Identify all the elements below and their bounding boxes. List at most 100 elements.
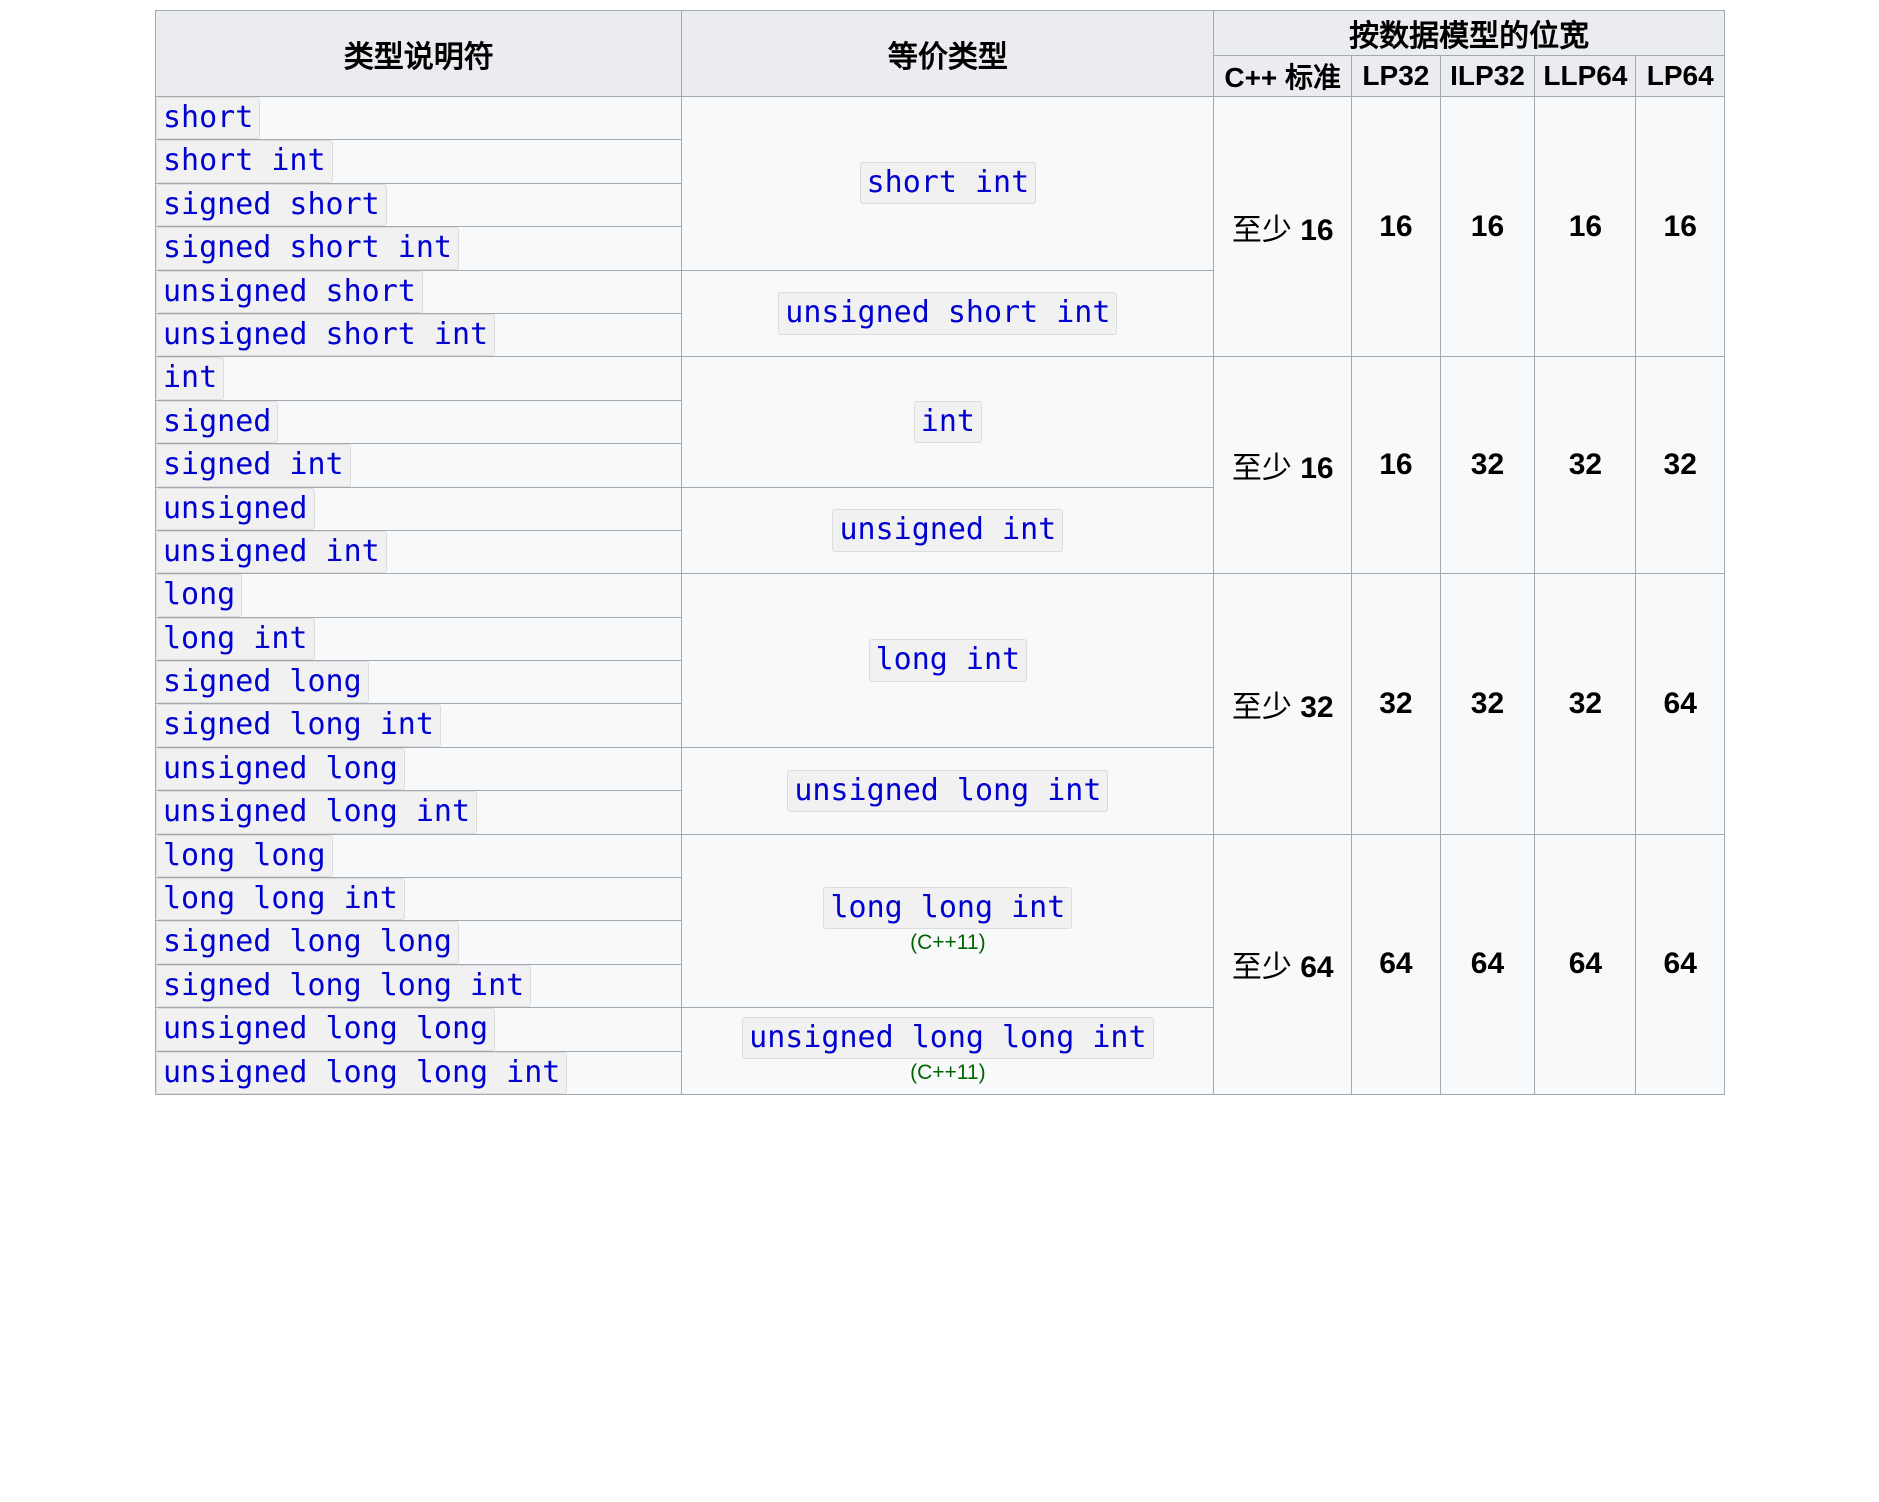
header-model-lp32: LP32 bbox=[1351, 55, 1441, 97]
type-specifier-code: signed long bbox=[156, 661, 369, 704]
type-specifier-code: long int bbox=[156, 617, 315, 661]
type-specifier-cell: signed long long bbox=[154, 920, 683, 965]
type-specifier-code: short int bbox=[156, 140, 333, 183]
header-model-cpp-standard: C++ 标准 bbox=[1213, 55, 1353, 97]
type-specifier-code: unsigned long int bbox=[156, 791, 478, 834]
type-specifier-cell: unsigned bbox=[154, 486, 683, 531]
width-std-prefix: 至少 bbox=[1231, 951, 1301, 985]
type-specifier-code: signed long long int bbox=[156, 964, 532, 1008]
equivalent-type-code: long long int bbox=[823, 886, 1073, 930]
type-specifier-cell: unsigned long bbox=[154, 746, 683, 792]
type-specifier-code: signed long long bbox=[156, 921, 459, 964]
type-specifier-cell: unsigned long int bbox=[154, 790, 683, 835]
width-lp32-cell: 16 bbox=[1351, 356, 1441, 575]
width-lp32-cell: 32 bbox=[1351, 573, 1441, 835]
type-specifier-cell: signed int bbox=[154, 443, 683, 488]
width-ilp32-cell: 64 bbox=[1439, 833, 1536, 1095]
type-specifier-code: unsigned long long int bbox=[156, 1051, 568, 1094]
width-std-value: 32 bbox=[1300, 690, 1334, 724]
type-specifier-code: long long int bbox=[156, 878, 405, 921]
width-lp32-cell: 16 bbox=[1351, 95, 1441, 358]
type-specifier-code: signed short int bbox=[156, 227, 459, 270]
type-specifier-code: short bbox=[156, 97, 261, 140]
width-std-prefix: 至少 bbox=[1231, 690, 1301, 724]
type-specifier-cell: long bbox=[154, 573, 683, 618]
header-model-llp64: LLP64 bbox=[1534, 55, 1637, 97]
type-specifier-cell: signed long long int bbox=[154, 963, 683, 1009]
cpp-version-note: (C++11) bbox=[910, 931, 986, 955]
type-specifier-code: long bbox=[156, 574, 243, 617]
width-llp64-cell: 64 bbox=[1534, 833, 1637, 1095]
equivalent-type-cell: unsigned short int bbox=[681, 269, 1215, 358]
width-lp32-cell: 64 bbox=[1351, 833, 1441, 1095]
equivalent-type-cell: int bbox=[681, 356, 1215, 488]
cpp-version-note: (C++11) bbox=[910, 1061, 986, 1085]
type-specifier-code: signed bbox=[156, 400, 279, 444]
type-specifier-cell: short int bbox=[154, 139, 683, 184]
equivalent-type-code: unsigned short int bbox=[778, 292, 1118, 335]
table-row: long long long long int (C++11) 至少 64 64 64 64… bbox=[154, 833, 1725, 1095]
header-row-top: 类型说明符 等价类型 按数据模型的位宽 bbox=[154, 10, 1725, 97]
equivalent-type-code: int bbox=[913, 400, 982, 444]
equivalent-type-cell: long long int (C++11) bbox=[681, 833, 1215, 1009]
type-specifier-code: unsigned short bbox=[156, 270, 423, 313]
equivalent-type-code: unsigned int bbox=[832, 509, 1064, 552]
type-specifier-cell: signed long bbox=[154, 660, 683, 705]
width-cpp-standard-cell: 至少 16 bbox=[1213, 95, 1353, 358]
width-cpp-standard-cell: 至少 32 bbox=[1213, 573, 1353, 835]
width-lp64-cell: 32 bbox=[1635, 356, 1725, 575]
type-specifier-cell: unsigned int bbox=[154, 529, 683, 575]
width-std-value: 16 bbox=[1300, 452, 1334, 486]
header-equivalent-type: 等价类型 bbox=[681, 10, 1215, 97]
type-specifier-cell: unsigned long long bbox=[154, 1007, 683, 1052]
type-specifier-code: unsigned int bbox=[156, 530, 387, 574]
width-ilp32-cell: 32 bbox=[1439, 573, 1536, 835]
type-specifier-code: signed int bbox=[156, 444, 351, 487]
width-lp64-cell: 64 bbox=[1635, 573, 1725, 835]
width-cpp-standard-cell: 至少 64 bbox=[1213, 833, 1353, 1095]
width-std-prefix: 至少 bbox=[1231, 452, 1301, 486]
type-specifier-code: int bbox=[156, 357, 225, 400]
type-specifier-code: unsigned long long bbox=[156, 1008, 496, 1051]
equivalent-type-cell: short int bbox=[681, 96, 1215, 271]
types-table-container: 类型说明符 等价类型 按数据模型的位宽 C++ 标准 LP32 ILP32 LL… bbox=[154, 10, 1725, 1095]
width-std-prefix: 至少 bbox=[1231, 213, 1301, 247]
width-ilp32-cell: 32 bbox=[1439, 356, 1536, 575]
equivalent-type-cell: unsigned long long int (C++11) bbox=[681, 1007, 1215, 1095]
width-lp64-cell: 64 bbox=[1635, 833, 1725, 1095]
type-specifier-cell: long long int bbox=[154, 877, 683, 922]
equivalent-type-code: unsigned long long int bbox=[742, 1016, 1154, 1060]
type-specifier-cell: signed short int bbox=[154, 226, 683, 271]
width-std-value: 16 bbox=[1300, 213, 1334, 247]
equivalent-type-code: short int bbox=[859, 162, 1037, 205]
equivalent-type-cell: long int bbox=[681, 573, 1215, 748]
equivalent-type-cell: unsigned long int bbox=[681, 746, 1215, 835]
width-cpp-standard-cell: 至少 16 bbox=[1213, 356, 1353, 575]
equivalent-type-code: unsigned long int bbox=[787, 769, 1109, 812]
equivalent-type-cell: unsigned int bbox=[681, 486, 1215, 575]
equivalent-type-code: long int bbox=[868, 639, 1028, 682]
table-row: int int 至少 16 16 32 32 32 bbox=[154, 356, 1725, 575]
header-width-group: 按数据模型的位宽 bbox=[1213, 10, 1725, 56]
type-specifier-code: unsigned long bbox=[156, 747, 405, 791]
width-llp64-cell: 32 bbox=[1534, 356, 1637, 575]
type-specifier-cell: unsigned short bbox=[154, 269, 683, 314]
width-ilp32-cell: 16 bbox=[1439, 95, 1536, 358]
type-specifier-code: signed short bbox=[156, 183, 387, 227]
table-body: short short int 至少 16 16 16 16 16 short int sign… bbox=[154, 95, 1725, 1095]
type-specifier-cell: unsigned short int bbox=[154, 312, 683, 358]
type-specifier-cell: long int bbox=[154, 616, 683, 662]
type-specifier-cell: short bbox=[154, 95, 683, 141]
type-specifier-cell: signed short bbox=[154, 182, 683, 228]
table-row: short short int 至少 16 16 16 16 16 bbox=[154, 95, 1725, 358]
type-specifier-code: signed long int bbox=[156, 704, 441, 747]
width-lp64-cell: 16 bbox=[1635, 95, 1725, 358]
width-std-value: 64 bbox=[1300, 951, 1334, 985]
table-head: 类型说明符 等价类型 按数据模型的位宽 C++ 标准 LP32 ILP32 LL… bbox=[154, 10, 1725, 97]
type-specifier-code: unsigned bbox=[156, 487, 315, 530]
type-specifier-code: long long bbox=[156, 834, 333, 878]
type-specifier-cell: long long bbox=[154, 833, 683, 879]
header-model-ilp32: ILP32 bbox=[1439, 55, 1536, 97]
type-specifier-cell: int bbox=[154, 356, 683, 401]
type-specifier-cell: signed bbox=[154, 399, 683, 445]
